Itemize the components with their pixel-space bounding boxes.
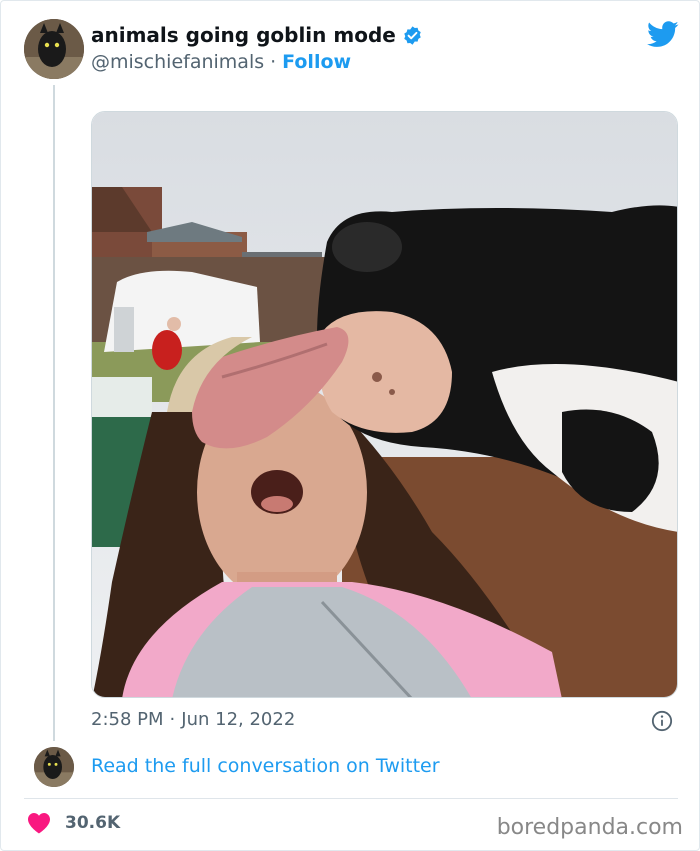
twitter-bird-icon[interactable]: [647, 21, 679, 48]
divider: [24, 798, 678, 799]
tweet-time: 2:58 PM: [91, 709, 164, 730]
tweet-timestamp[interactable]: 2:58 PM · Jun 12, 2022: [91, 709, 295, 730]
reply-avatar: [34, 747, 74, 787]
like-count: 30.6K: [65, 813, 121, 833]
follow-button[interactable]: Follow: [282, 51, 351, 73]
heart-icon[interactable]: [27, 812, 51, 834]
tweet-photo[interactable]: [91, 111, 678, 698]
separator-dot: ·: [270, 51, 277, 73]
author-handle[interactable]: @mischiefanimals: [91, 51, 264, 73]
thread-line: [53, 85, 55, 741]
tweet-date: Jun 12, 2022: [181, 709, 296, 730]
tweet-embed-card: animals going goblin mode @mischiefanima…: [0, 0, 700, 851]
photo-illustration: [92, 112, 677, 697]
source-watermark: boredpanda.com: [496, 815, 683, 840]
read-conversation-link[interactable]: Read the full conversation on Twitter: [91, 755, 440, 777]
author-handle-row: @mischiefanimals · Follow: [91, 51, 351, 73]
author-name[interactable]: animals going goblin mode: [91, 23, 396, 47]
author-avatar[interactable]: [24, 19, 84, 79]
author-name-row[interactable]: animals going goblin mode: [91, 23, 423, 47]
like-action[interactable]: 30.6K: [27, 812, 120, 834]
separator-dot: ·: [169, 709, 176, 730]
info-icon[interactable]: [651, 710, 673, 732]
verified-badge-icon: [404, 25, 421, 45]
